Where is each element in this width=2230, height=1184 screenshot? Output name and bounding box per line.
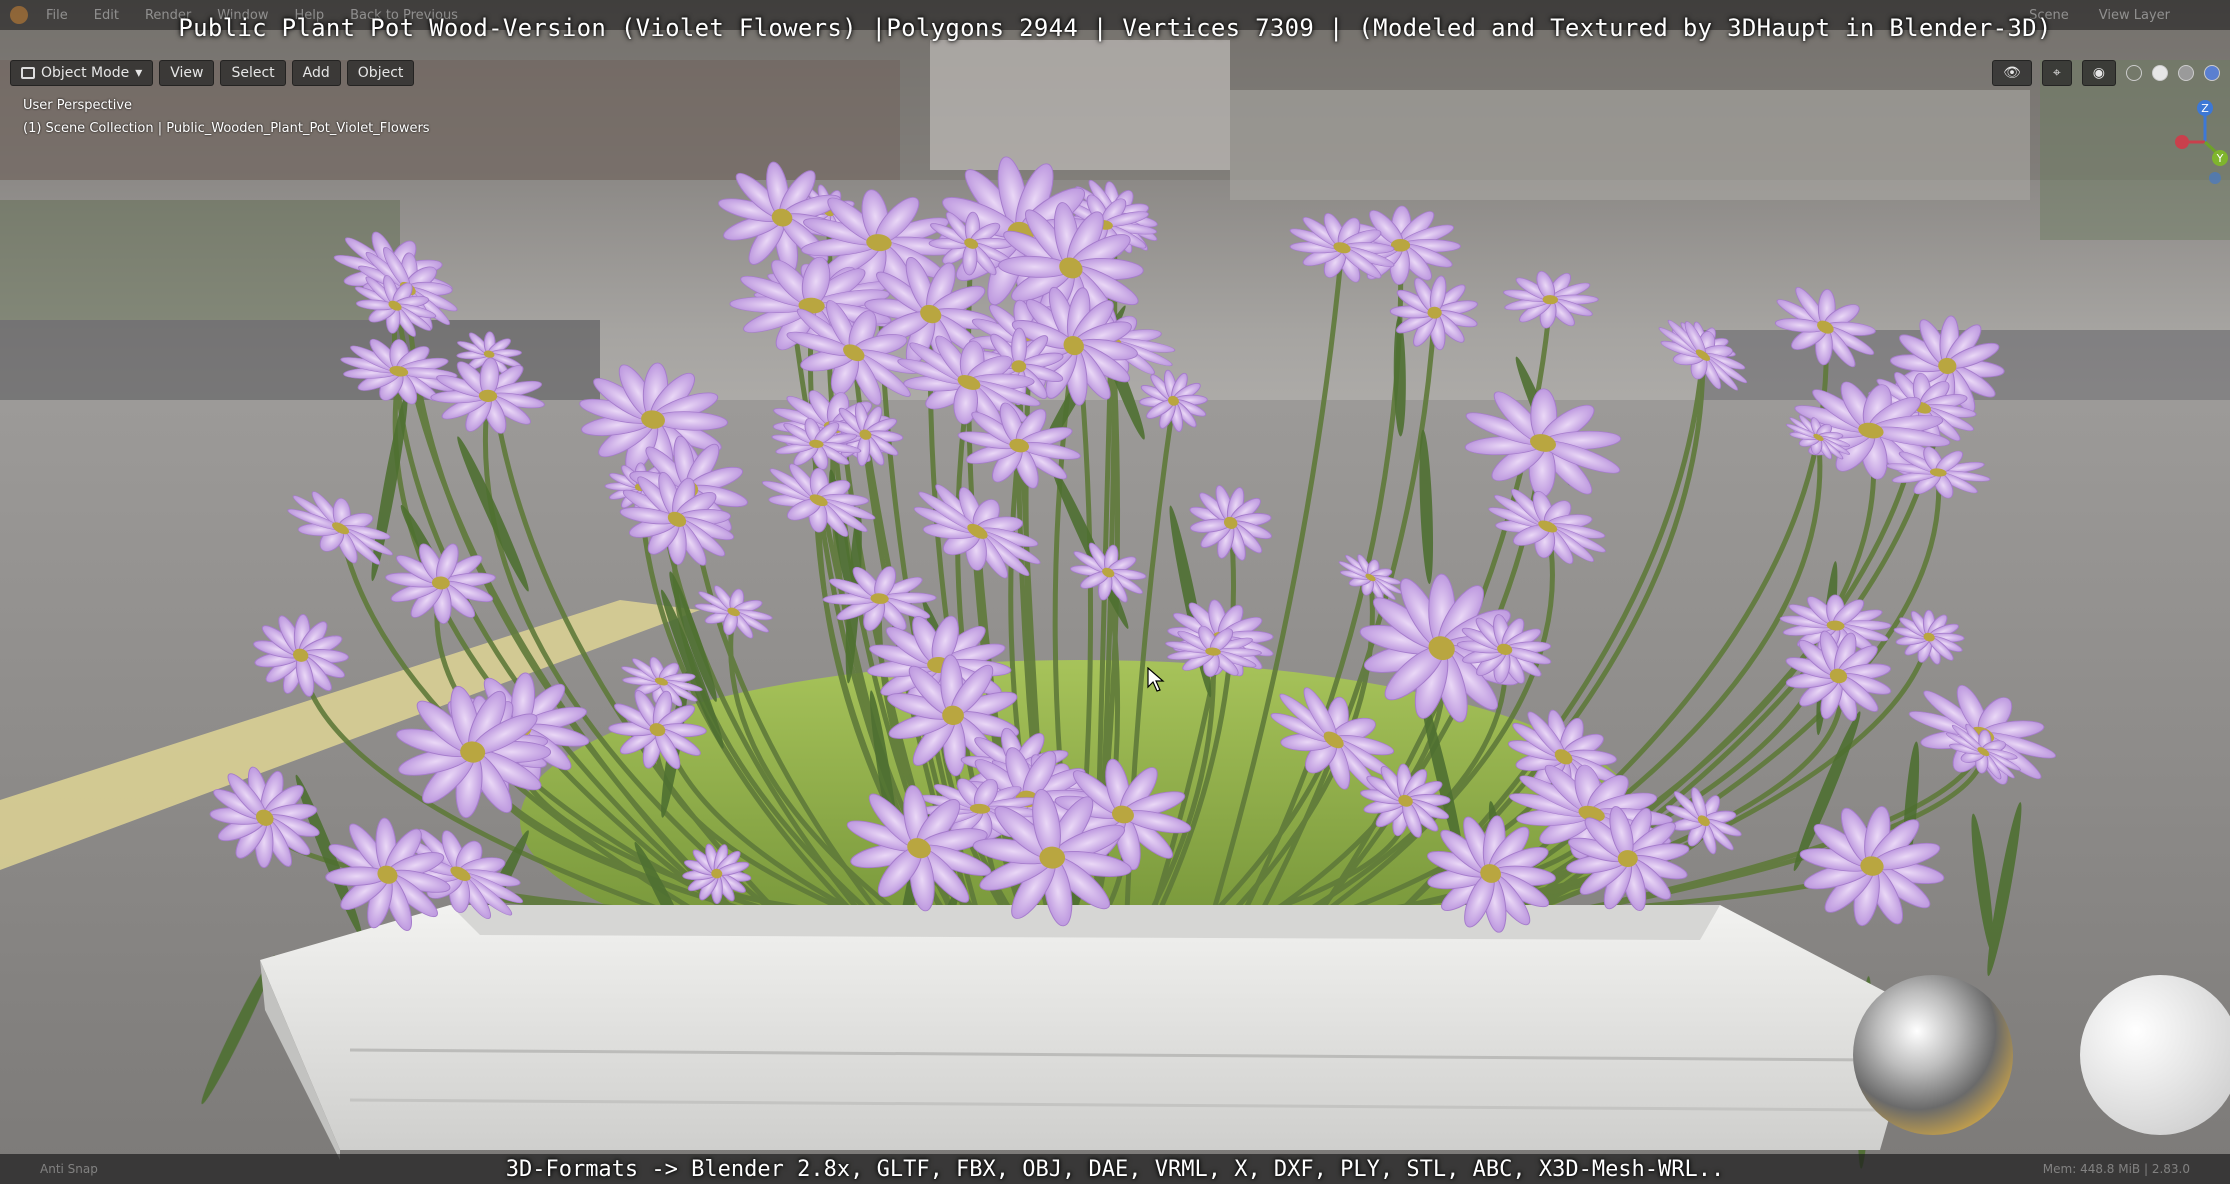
3d-viewport[interactable] (0, 0, 2230, 1184)
material-shading-icon[interactable] (2178, 65, 2194, 81)
select-menu-button[interactable]: Select (220, 60, 286, 86)
navigation-gizmo[interactable]: Z Y (2170, 96, 2230, 192)
object-menu-button[interactable]: Object (346, 60, 415, 86)
add-menu-button[interactable]: Add (291, 60, 341, 86)
wooden-planter (260, 905, 1920, 1160)
overlay-toggle-icon[interactable]: ◉ (2081, 60, 2116, 86)
chevron-down-icon: ▾ (135, 65, 143, 81)
flower-head (1503, 271, 1599, 329)
view-perspective-label: User Perspective (23, 98, 133, 113)
viewport-shading-controls: 👁 ⌖ ◉ (1992, 58, 2220, 88)
title-overlay: Public Plant Pot Wood-Version (Violet Fl… (178, 14, 2052, 42)
rendered-shading-icon[interactable] (2204, 65, 2220, 81)
scene-collection-label: (1) Scene Collection | Public_Wooden_Pla… (23, 121, 430, 136)
view-menu-button[interactable]: View (159, 60, 215, 86)
flower-head (1289, 213, 1395, 283)
gizmo-y-label: Y (2216, 152, 2224, 165)
object-mode-dropdown[interactable]: Object Mode ▾ (10, 60, 154, 86)
formats-overlay: 3D-Formats -> Blender 2.8x, GLTF, FBX, O… (505, 1157, 1725, 1182)
gizmo-z-label: Z (2201, 102, 2209, 115)
object-mode-icon (21, 67, 35, 79)
solid-shading-icon[interactable] (2152, 65, 2168, 81)
viewport-header: Object Mode ▾ View Select Add Object (0, 58, 2230, 88)
scene-render (0, 30, 2230, 1184)
wireframe-shading-icon[interactable] (2126, 65, 2142, 81)
object-mode-label: Object Mode (41, 65, 130, 81)
mouse-cursor-icon (1147, 667, 1165, 692)
visibility-icon[interactable]: 👁 (1992, 60, 2032, 86)
hdri-chrome-sphere (1853, 975, 2013, 1135)
gizmo-toggle-icon[interactable]: ⌖ (2041, 60, 2072, 86)
